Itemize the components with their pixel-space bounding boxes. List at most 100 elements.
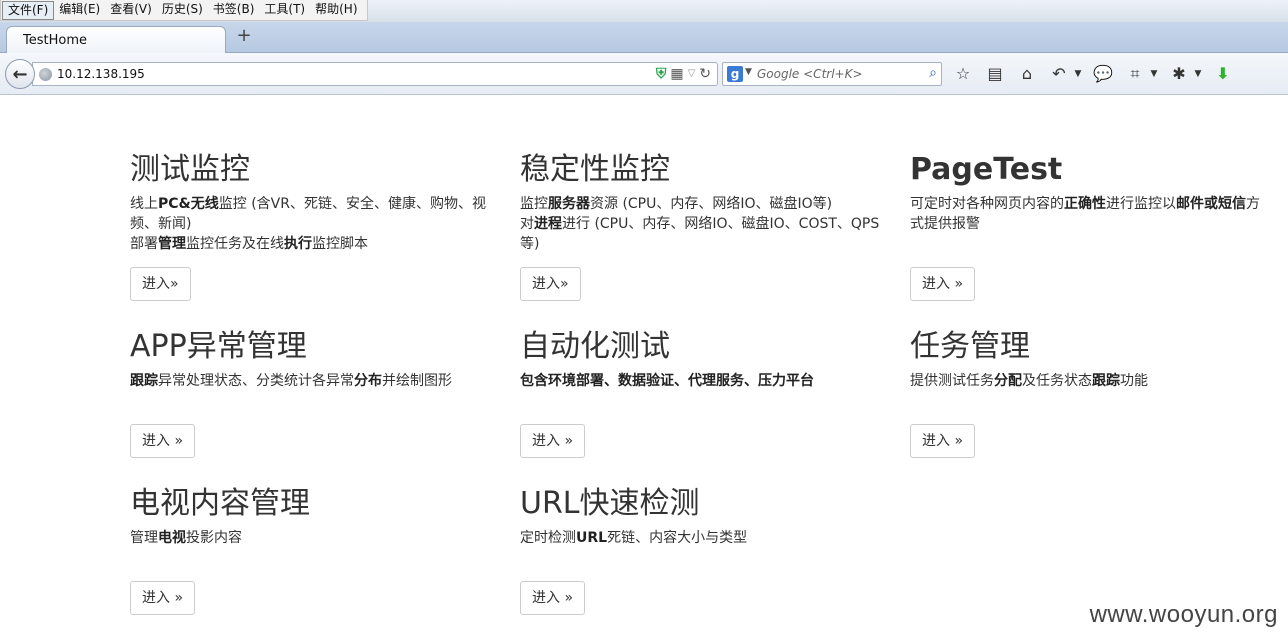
search-input[interactable] — [757, 65, 917, 83]
enter-button-test-monitor[interactable]: 进入» — [130, 267, 191, 301]
enter-button-tv-content[interactable]: 进入 » — [130, 581, 196, 615]
menu-item-6[interactable]: 帮助(H) — [310, 0, 362, 20]
menu-items: 文件(F) 编辑(E) 查看(V) 历史(S) 书签(B) 工具(T) 帮助(H) — [0, 0, 368, 21]
bold-text: 邮件或短信 — [1176, 196, 1246, 212]
chat-icon[interactable]: 💬 — [1090, 63, 1116, 85]
bookmarks-list-icon[interactable]: ▤ — [982, 63, 1008, 85]
text: 及任务状态 — [1022, 373, 1092, 389]
shield-icon[interactable]: ⛨ — [656, 65, 667, 83]
bug-icon[interactable]: ✱ — [1166, 63, 1192, 85]
enter-button-pagetest[interactable]: 进入 » — [910, 267, 976, 301]
bold-text: 正确性 — [1064, 196, 1106, 212]
page-content: 测试监控 线上PC&无线监控 (含VR、死链、安全、健康、购物、视频、新闻) 部署… — [0, 96, 1288, 641]
new-tab-button[interactable]: + — [234, 25, 254, 47]
watermark: www.wooyun.org — [1089, 601, 1278, 628]
description-line: 管理电视投影内容 — [130, 528, 490, 548]
menu-item-5[interactable]: 工具(T) — [259, 0, 310, 20]
card-title: URL快速检测 — [520, 486, 700, 521]
card-description: 监控服务器资源 (CPU、内存、网络IO、磁盘IO等) 对进程进行 (CPU、内存… — [520, 194, 880, 254]
text: 投影内容 — [186, 530, 242, 546]
enter-button-app-exception[interactable]: 进入 » — [130, 424, 196, 458]
globe-icon — [39, 68, 52, 81]
back-button[interactable]: ← — [5, 59, 35, 89]
text: 异常处理状态、分类统计各异常 — [158, 373, 354, 389]
text: 对 — [520, 216, 534, 232]
description-line: 线上PC&无线监控 (含VR、死链、安全、健康、购物、视频、新闻) — [130, 194, 490, 234]
text: 监控任务及在线 — [186, 236, 284, 252]
enter-button-url-check[interactable]: 进入 » — [520, 581, 586, 615]
reload-icon[interactable]: ↻ — [699, 65, 711, 83]
search-icon[interactable]: ⌕ — [929, 65, 937, 81]
text: 进行 (CPU、内存、网络IO、磁盘IO、COST、QPS等) — [520, 216, 880, 252]
url-bar-icons: ⛨ ▦ ▽ ↻ — [656, 65, 711, 83]
download-arrow-icon[interactable]: ⬇ — [1210, 63, 1236, 85]
chevron-down-icon[interactable]: ▼ — [1192, 63, 1204, 85]
description-line: 监控服务器资源 (CPU、内存、网络IO、磁盘IO等) — [520, 194, 880, 214]
tab-strip: TestHome + — [0, 22, 1288, 54]
bold-text: URL — [576, 530, 608, 546]
text: 管理 — [130, 530, 158, 546]
bold-text: 跟踪 — [130, 373, 158, 389]
card-title: 任务管理 — [910, 329, 1030, 364]
enter-button-stability-monitor[interactable]: 进入» — [520, 267, 581, 301]
bold-text: 跟踪 — [1092, 373, 1120, 389]
card-title: 电视内容管理 — [130, 486, 310, 521]
enter-button-automation-test[interactable]: 进入 » — [520, 424, 586, 458]
bold-text: 分配 — [994, 373, 1022, 389]
description-line: 提供测试任务分配及任务状态跟踪功能 — [910, 371, 1270, 391]
card-url-check: URL快速检测 定时检测URL死链、内容大小与类型 — [520, 484, 880, 548]
card-description: 管理电视投影内容 — [130, 528, 490, 548]
tab-label: TestHome — [23, 33, 87, 48]
menu-item-3[interactable]: 历史(S) — [157, 0, 208, 20]
text: 资源 (CPU、内存、网络IO、磁盘IO等) — [590, 196, 833, 212]
text: 死链、内容大小与类型 — [607, 530, 748, 546]
chevron-down-icon[interactable]: ▼ — [1072, 63, 1084, 85]
card-pagetest: PageTest 可定时对各种网页内容的正确性进行监控以邮件或短信方式提供报警 — [910, 150, 1270, 234]
card-title: PageTest — [910, 152, 1063, 187]
card-title: 测试监控 — [130, 152, 250, 187]
bold-text: 电视 — [158, 530, 186, 546]
bookmark-star-icon[interactable]: ☆ — [950, 63, 976, 85]
undo-icon[interactable]: ↶ — [1046, 63, 1072, 85]
card-title: APP异常管理 — [130, 329, 307, 364]
url-bar[interactable]: 10.12.138.195 ⛨ ▦ ▽ ↻ — [32, 62, 718, 86]
description-line: 部署管理监控任务及在线执行监控脚本 — [130, 234, 490, 254]
bold-text: 执行 — [284, 236, 312, 252]
bold-text: PC&无线 — [158, 196, 219, 212]
card-task-management: 任务管理 提供测试任务分配及任务状态跟踪功能 — [910, 327, 1270, 391]
description-line: 跟踪异常处理状态、分类统计各异常分布并绘制图形 — [130, 371, 490, 391]
bold-text: 进程 — [534, 216, 562, 232]
menu-item-2[interactable]: 查看(V) — [105, 0, 157, 20]
crop-icon[interactable]: ⌗ — [1122, 63, 1148, 85]
menu-item-0[interactable]: 文件(F) — [2, 1, 55, 20]
text: 功能 — [1120, 373, 1148, 389]
chevron-down-icon[interactable]: ▼ — [745, 67, 752, 77]
url-text[interactable]: 10.12.138.195 — [57, 67, 145, 81]
google-icon[interactable]: g — [727, 66, 743, 82]
menu-item-1[interactable]: 编辑(E) — [54, 0, 105, 20]
card-tv-content: 电视内容管理 管理电视投影内容 — [130, 484, 490, 548]
card-description: 定时检测URL死链、内容大小与类型 — [520, 528, 880, 548]
search-bar[interactable]: g ▼ ⌕ — [722, 62, 942, 86]
menu-bar: 文件(F) 编辑(E) 查看(V) 历史(S) 书签(B) 工具(T) 帮助(H) — [0, 0, 1288, 22]
card-description: 包含环境部署、数据验证、代理服务、压力平台 — [520, 371, 880, 391]
qr-code-icon[interactable]: ▦ — [670, 65, 683, 83]
description-line: 可定时对各种网页内容的正确性进行监控以邮件或短信方式提供报警 — [910, 194, 1270, 234]
bold-text: 分布 — [354, 373, 382, 389]
menu-item-4[interactable]: 书签(B) — [208, 0, 260, 20]
bold-text: 包含环境部署、数据验证、代理服务、压力平台 — [520, 373, 814, 389]
card-description: 跟踪异常处理状态、分类统计各异常分布并绘制图形 — [130, 371, 490, 391]
tab-testhome[interactable]: TestHome — [6, 26, 226, 54]
card-description: 可定时对各种网页内容的正确性进行监控以邮件或短信方式提供报警 — [910, 194, 1270, 234]
dropdown-triangle-icon[interactable]: ▽ — [688, 65, 696, 83]
text: 部署 — [130, 236, 158, 252]
card-description: 提供测试任务分配及任务状态跟踪功能 — [910, 371, 1270, 391]
text: 可定时对各种网页内容的 — [910, 196, 1064, 212]
enter-button-task-management[interactable]: 进入 » — [910, 424, 976, 458]
card-test-monitor: 测试监控 线上PC&无线监控 (含VR、死链、安全、健康、购物、视频、新闻) 部署… — [130, 150, 490, 254]
text: 进行监控以 — [1106, 196, 1176, 212]
chevron-down-icon[interactable]: ▼ — [1148, 63, 1160, 85]
description-line: 定时检测URL死链、内容大小与类型 — [520, 528, 880, 548]
description-line: 包含环境部署、数据验证、代理服务、压力平台 — [520, 371, 880, 391]
home-icon[interactable]: ⌂ — [1014, 63, 1040, 85]
